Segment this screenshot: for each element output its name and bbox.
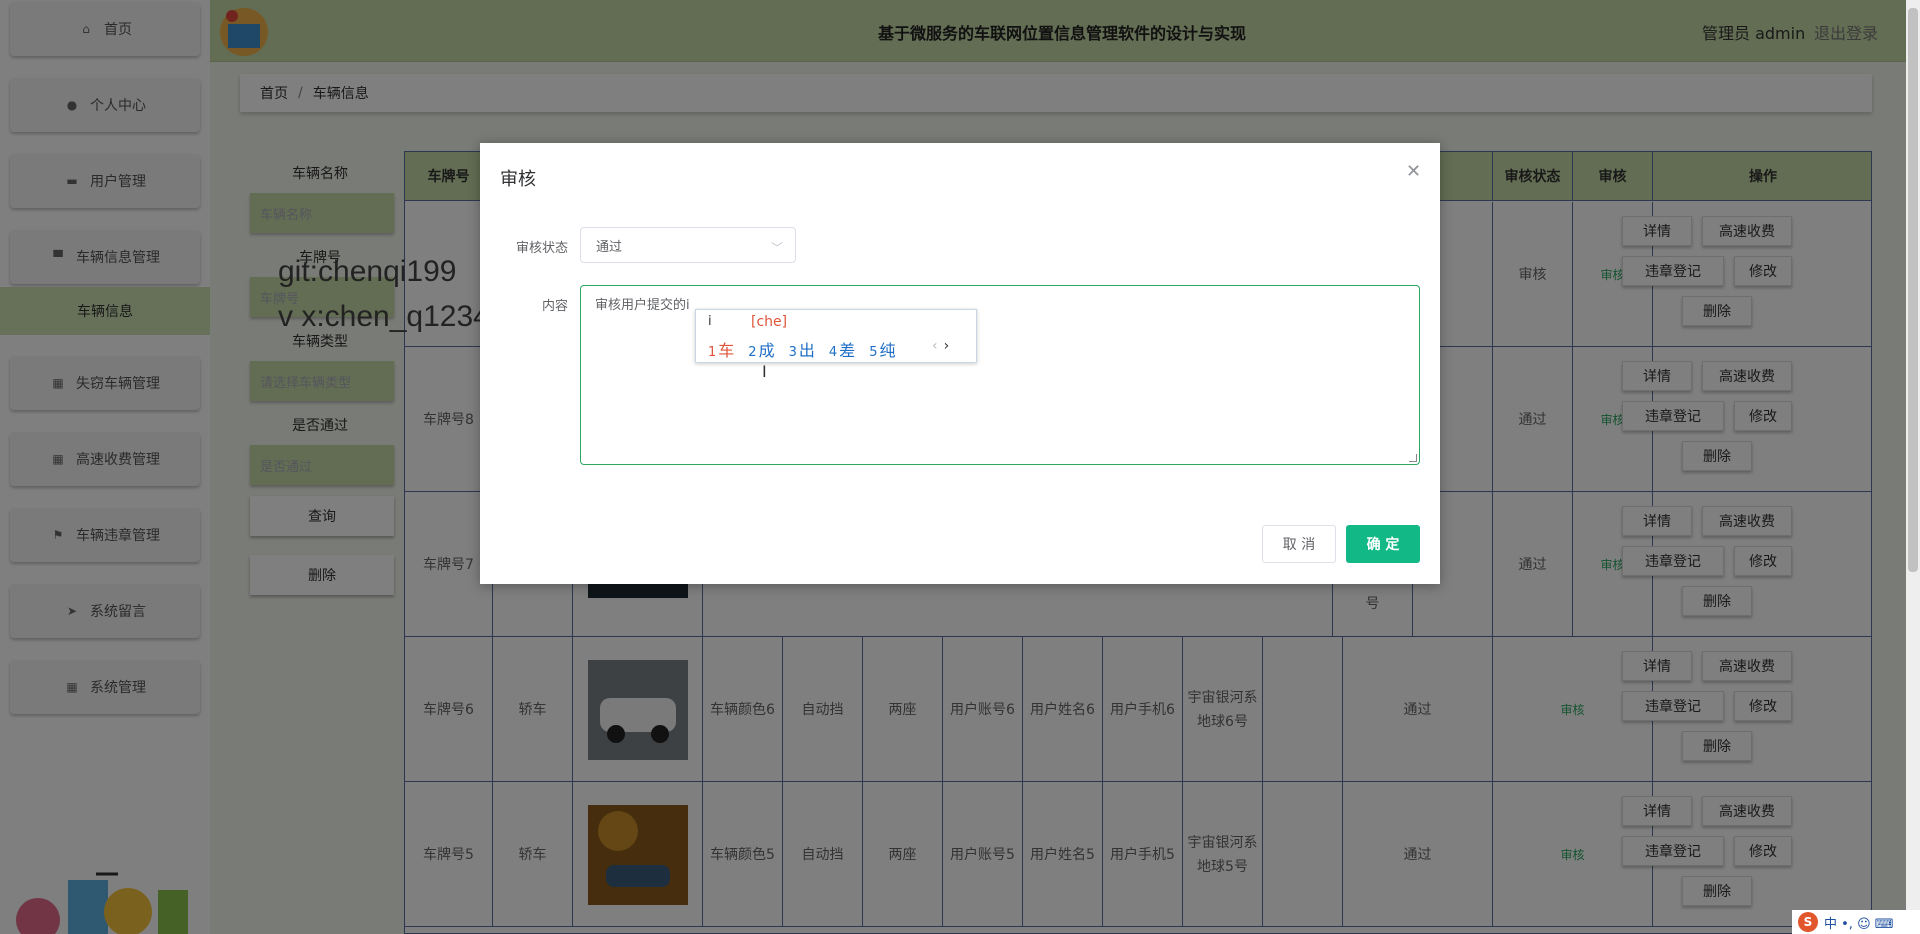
content-label: 内容	[541, 299, 568, 314]
dialog-title: 审核	[500, 169, 536, 190]
watermark-git: git:chenqi199	[278, 255, 457, 288]
ime-mode-indicators[interactable]: 中 •, ☺ ⌨	[1824, 913, 1894, 932]
ime-candidate[interactable]: 4差	[829, 337, 855, 361]
page-scrollbar[interactable]	[1906, 0, 1920, 934]
confirm-button[interactable]: 确 定	[1346, 525, 1420, 563]
text-cursor-icon: I	[762, 362, 767, 381]
audit-dialog: 审核 ✕ 审核状态 通过 ﹀ 内容 审核用户提交的i 取 消 确 定	[480, 143, 1440, 584]
chevron-down-icon: ﹀	[770, 241, 783, 255]
ime-candidate[interactable]: 3出	[789, 337, 815, 361]
close-icon[interactable]: ✕	[1406, 161, 1421, 182]
ime-prev-icon[interactable]: ‹	[932, 338, 938, 354]
ime-candidate[interactable]: 5纯	[869, 337, 895, 361]
ime-candidate[interactable]: 2成	[748, 337, 774, 361]
ime-pinyin: [che]	[751, 314, 788, 330]
ime-next-icon[interactable]: ›	[944, 338, 950, 354]
resize-handle-icon[interactable]	[1409, 454, 1417, 462]
audit-status-select[interactable]: 通过 ﹀	[580, 227, 796, 263]
content-value: 审核用户提交的i	[595, 298, 690, 313]
audit-status-value: 通过	[596, 239, 623, 255]
scrollbar-thumb[interactable]	[1908, 8, 1918, 572]
ime-tray: S 中 •, ☺ ⌨	[1792, 910, 1920, 934]
cancel-button[interactable]: 取 消	[1262, 525, 1336, 563]
audit-status-label: 审核状态	[515, 241, 568, 256]
ime-candidates: 1车 2成 3出 4差 5纯	[708, 337, 909, 361]
ime-candidate[interactable]: 1车	[708, 337, 734, 361]
ime-pager: ‹ ›	[932, 338, 949, 354]
ime-composition: i	[708, 314, 712, 329]
ime-candidate-window: i [che] 1车 2成 3出 4差 5纯 ‹ ›	[695, 309, 977, 363]
sogou-logo-icon[interactable]: S	[1798, 912, 1818, 932]
